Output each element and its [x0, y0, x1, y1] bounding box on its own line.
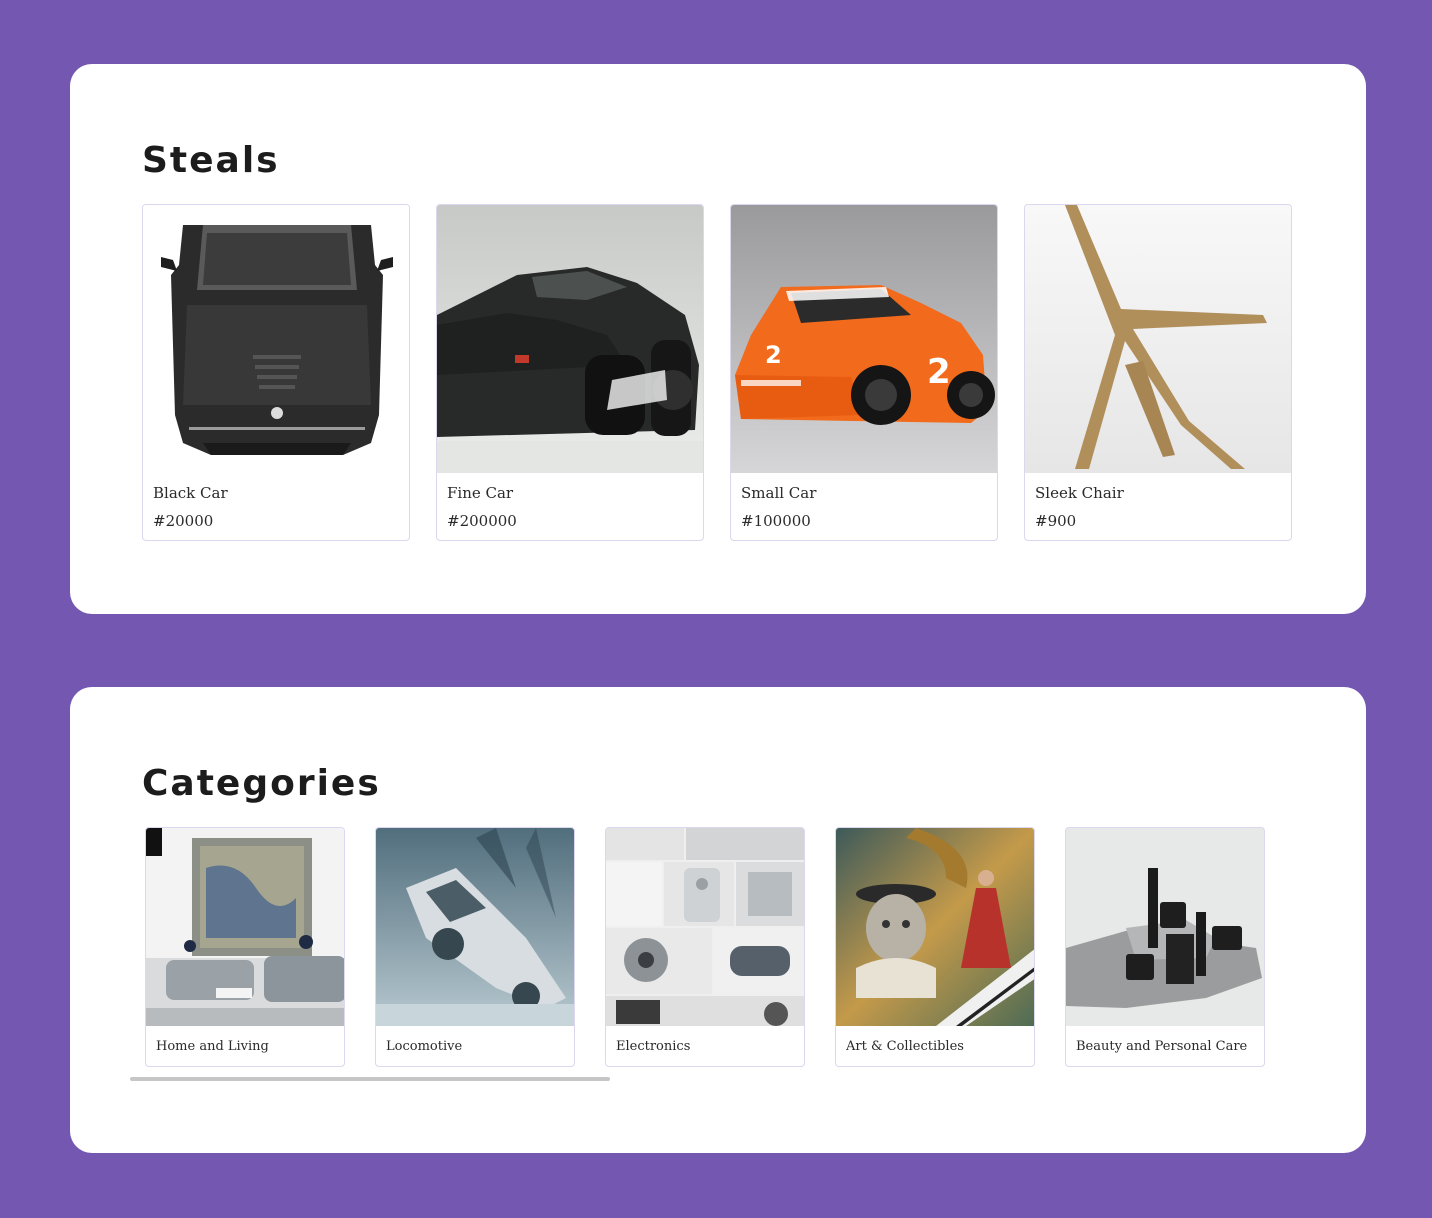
product-name: Black Car: [153, 484, 228, 502]
product-price: #20000: [153, 512, 214, 530]
svg-text:2: 2: [927, 352, 951, 392]
categories-section: Categories Home and Living Locomotive El…: [70, 687, 1366, 1153]
category-label: Beauty and Personal Care: [1076, 1039, 1248, 1054]
product-card-sleek-chair[interactable]: Sleek Chair #900: [1024, 204, 1292, 541]
category-label: Electronics: [616, 1039, 691, 1054]
product-price: #200000: [447, 512, 517, 530]
product-price: #900: [1035, 512, 1077, 530]
steals-title: Steals: [142, 140, 280, 181]
product-image-black-car: [143, 205, 409, 473]
product-card-black-car[interactable]: Black Car #20000: [142, 204, 410, 541]
category-label: Art & Collectibles: [846, 1039, 964, 1054]
category-image-beauty-and-personal-care: [1066, 828, 1264, 1026]
category-image-locomotive: [376, 828, 574, 1026]
category-card-locomotive[interactable]: Locomotive: [375, 827, 575, 1067]
categories-scrollbar[interactable]: [130, 1077, 610, 1081]
product-name: Fine Car: [447, 484, 514, 502]
product-price: #100000: [741, 512, 811, 530]
svg-text:2: 2: [765, 341, 782, 369]
category-card-beauty-and-personal-care[interactable]: Beauty and Personal Care: [1065, 827, 1265, 1067]
category-card-home-and-living[interactable]: Home and Living: [145, 827, 345, 1067]
product-name: Small Car: [741, 484, 817, 502]
category-card-art-and-collectibles[interactable]: Art & Collectibles: [835, 827, 1035, 1067]
product-image-sleek-chair: [1025, 205, 1291, 473]
product-card-small-car[interactable]: 2 2 Small Car #100000: [730, 204, 998, 541]
categories-title: Categories: [142, 763, 381, 804]
category-label: Locomotive: [386, 1039, 463, 1054]
product-image-fine-car: [437, 205, 703, 473]
category-image-art-and-collectibles: [836, 828, 1034, 1026]
steals-section: Steals Black Car #20000 Fine Car #200000…: [70, 64, 1366, 614]
category-card-electronics[interactable]: Electronics: [605, 827, 805, 1067]
category-image-home-and-living: [146, 828, 344, 1026]
product-card-fine-car[interactable]: Fine Car #200000: [436, 204, 704, 541]
product-name: Sleek Chair: [1035, 484, 1124, 502]
category-label: Home and Living: [156, 1039, 269, 1054]
product-image-small-car: 2 2: [731, 205, 997, 473]
category-image-electronics: [606, 828, 804, 1026]
